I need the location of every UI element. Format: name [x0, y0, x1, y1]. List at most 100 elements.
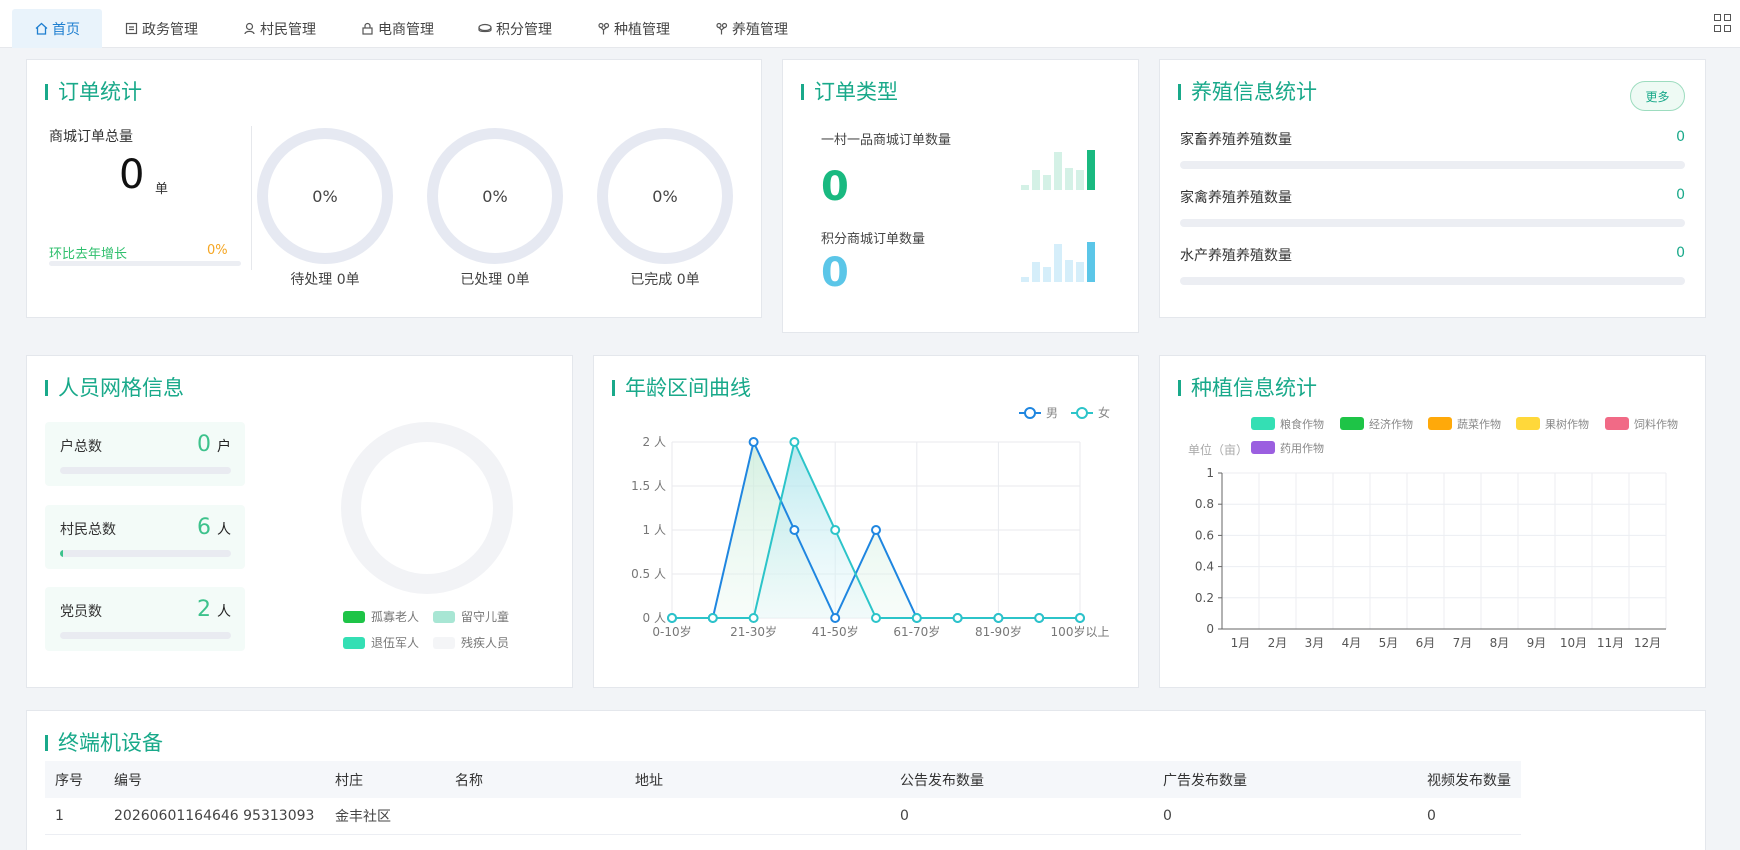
home-icon	[34, 22, 48, 36]
legend-swatch	[1428, 417, 1452, 430]
box-label: 党员数	[60, 604, 102, 620]
card-title: 订单类型	[801, 80, 898, 104]
processed-label: 已处理 0单	[460, 272, 530, 288]
breeding-row-value: 0	[1676, 245, 1685, 261]
legend-label: 退伍军人	[371, 636, 420, 650]
card-title: 人员网格信息	[45, 376, 184, 400]
legend-swatch	[433, 610, 455, 623]
x-tick-label: 6月	[1416, 636, 1436, 650]
donut-ring	[341, 422, 513, 594]
data-point	[748, 613, 759, 623]
legend-label: 留守儿童	[461, 610, 510, 624]
tab-home[interactable]: 首页	[12, 9, 102, 48]
order-type-value: 0	[821, 250, 849, 296]
table-header-row: 序号 编号 村庄 名称 地址 公告发布数量 广告发布数量 视频发布数量	[45, 761, 1521, 798]
tab-label: 种植管理	[614, 21, 670, 38]
legend-marker-female	[1076, 407, 1088, 419]
legend-swatch	[1605, 417, 1629, 430]
box-label: 户总数	[60, 439, 102, 455]
y-tick-label: 0.8	[1195, 497, 1214, 511]
top-nav: 首页 政务管理 村民管理 电商管理 积分管理 种植管理 养殖管理	[0, 0, 1740, 48]
document-icon	[124, 22, 138, 36]
legend-label: 药用作物	[1280, 441, 1324, 455]
tab-villagers[interactable]: 村民管理	[220, 9, 338, 48]
tab-ecommerce[interactable]: 电商管理	[338, 9, 456, 48]
breeding-row-label: 家畜养殖养殖数量	[1180, 132, 1292, 148]
terminals-card: 终端机设备 序号 编号 村庄 名称 地址 公告发布数量 广告发布数量 视频发布数…	[26, 710, 1706, 850]
box-value: 6	[197, 515, 211, 540]
completed-label: 已完成 0单	[630, 272, 700, 288]
x-tick-label: 61-70岁	[893, 624, 940, 639]
column-header: 地址	[625, 761, 890, 798]
column-header: 序号	[45, 761, 104, 798]
villagers-box: 村民总数 6人	[45, 505, 245, 569]
tab-planting[interactable]: 种植管理	[574, 9, 692, 48]
y-tick-label: 0	[1206, 622, 1214, 636]
age-curve-card: 年龄区间曲线 男 女 0 人 0.5 人1 人 1.5 人2 人 0-10岁 21-30…	[593, 355, 1139, 688]
box-bar	[60, 550, 231, 557]
y-tick-label: 0.2	[1195, 591, 1214, 605]
completed-ring: 0%	[597, 128, 733, 264]
column-header: 公告发布数量	[890, 761, 1153, 798]
legend-swatch	[343, 636, 365, 649]
box-unit: 人	[217, 522, 231, 538]
households-box: 户总数 0户	[45, 422, 245, 486]
x-tick-label: 1月	[1231, 636, 1251, 650]
legend-item[interactable]: 孤寡老人	[343, 608, 419, 625]
legend-marker-male	[1024, 407, 1036, 419]
data-point	[993, 613, 1004, 623]
card-title: 订单统计	[45, 80, 142, 104]
box-value: 0	[197, 432, 211, 457]
legend-item[interactable]: 残疾人员	[433, 634, 509, 651]
breeding-row-label: 水产养殖养殖数量	[1180, 248, 1292, 264]
data-point	[667, 613, 677, 623]
divider	[251, 126, 252, 270]
legend-item[interactable]: 留守儿童	[433, 608, 509, 625]
tab-label: 电商管理	[378, 21, 434, 38]
legend-swatch	[1251, 441, 1275, 454]
tab-label: 养殖管理	[732, 21, 788, 38]
column-header: 视频发布数量	[1417, 761, 1521, 798]
legend-label: 残疾人员	[461, 636, 510, 650]
legend-swatch	[1340, 417, 1364, 430]
legend-item[interactable]: 退伍军人	[343, 634, 419, 651]
breeding-row-bar	[1180, 219, 1685, 227]
data-point	[952, 613, 963, 623]
data-point	[707, 613, 718, 623]
sparkline-blue	[1021, 242, 1095, 282]
table-row[interactable]: 1 20260601164646 95313093 金丰社区 0 0 0	[45, 798, 1521, 835]
people-donut	[341, 422, 513, 594]
table-cell: 0	[1153, 798, 1417, 835]
y-tick-label: 1	[1206, 466, 1214, 480]
x-tick-label: 8月	[1490, 636, 1510, 650]
tab-points[interactable]: 积分管理	[456, 9, 574, 48]
box-value-wrap: 6人	[197, 515, 231, 540]
card-title: 终端机设备	[45, 731, 163, 755]
data-point	[789, 437, 800, 447]
data-point	[830, 525, 841, 535]
apps-grid-icon[interactable]	[1714, 14, 1732, 32]
column-header: 村庄	[325, 761, 445, 798]
more-button[interactable]: 更多	[1630, 81, 1685, 111]
box-value: 2	[197, 597, 211, 622]
tab-gov[interactable]: 政务管理	[102, 9, 220, 48]
terminals-table: 序号 编号 村庄 名称 地址 公告发布数量 广告发布数量 视频发布数量 1 20…	[45, 761, 1521, 835]
chart-legend: 男 女	[1019, 405, 1110, 420]
box-unit: 户	[217, 439, 231, 455]
legend-label: 果树作物	[1545, 417, 1589, 431]
coins-icon	[478, 22, 492, 36]
table-cell: 0	[1417, 798, 1521, 835]
x-tick-label: 12月	[1634, 636, 1661, 650]
tab-label: 积分管理	[496, 21, 552, 38]
planting-card: 种植信息统计 粮食作物 经济作物 蔬菜作物 果树作物 饲料作物 药用作物 单位（亩） 0 0.2…	[1159, 355, 1706, 688]
user-icon	[242, 22, 256, 36]
x-tick-label: 5月	[1379, 636, 1399, 650]
box-value-wrap: 2人	[197, 597, 231, 622]
pending-ring: 0%	[257, 128, 393, 264]
party-members-box: 党员数 2人	[45, 587, 245, 651]
data-point	[871, 525, 881, 535]
order-type-label: 积分商城订单数量	[821, 232, 926, 247]
y-tick-label: 1.5 人	[631, 479, 666, 493]
plant-icon	[714, 22, 728, 36]
tab-breeding[interactable]: 养殖管理	[692, 9, 810, 48]
